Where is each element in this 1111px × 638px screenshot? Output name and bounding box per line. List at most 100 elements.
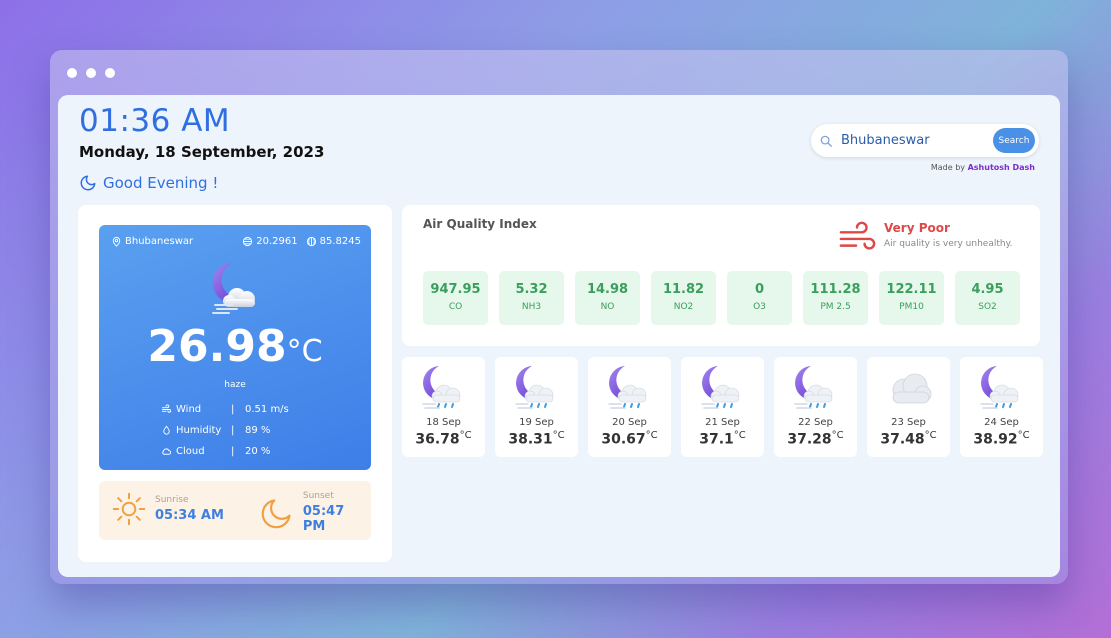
sunrise-time: 05:34 AM bbox=[155, 508, 224, 523]
aqi-tile-no: 14.98 NO bbox=[575, 271, 640, 325]
aqi-value: 14.98 bbox=[586, 282, 629, 297]
temperature-unit: °C bbox=[286, 334, 323, 369]
stat-humidity: Humidity | 89 % bbox=[161, 420, 289, 441]
aqi-name: SO2 bbox=[978, 302, 997, 312]
moon-icon bbox=[80, 175, 96, 191]
location: Bhubaneswar bbox=[111, 236, 193, 247]
forecast-date: 24 Sep bbox=[984, 417, 1019, 428]
stat-label: Wind bbox=[176, 404, 202, 415]
current-weather-panel: Bhubaneswar 20.2961 85.8245 26.98°C haze… bbox=[78, 205, 392, 562]
stat-cloud: Cloud | 20 % bbox=[161, 441, 289, 462]
longitude-value: 85.8245 bbox=[319, 236, 361, 247]
sunrise: Sunrise 05:34 AM bbox=[111, 491, 224, 527]
aqi-name: NH3 bbox=[521, 302, 542, 312]
forecast-card[interactable]: 22 Sep 37.28°C bbox=[774, 357, 857, 457]
sun-times-card: Sunrise 05:34 AM Sunset 05:47 PM bbox=[99, 481, 371, 540]
forecast-temp: 37.48°C bbox=[880, 430, 937, 448]
forecast-card[interactable]: 18 Sep 36.78°C bbox=[402, 357, 485, 457]
aqi-name: CO bbox=[448, 302, 463, 312]
forecast-temp: 38.31°C bbox=[508, 430, 565, 448]
coordinates: 20.2961 85.8245 bbox=[242, 236, 361, 247]
credit-name[interactable]: Ashutosh Dash bbox=[968, 163, 1035, 172]
wind-icon bbox=[161, 404, 172, 413]
moon-cloud-icon bbox=[212, 262, 255, 314]
moon-rain-cloud-icon bbox=[421, 365, 461, 409]
stat-value: 0.51 m/s bbox=[245, 404, 289, 415]
window-dot-close[interactable] bbox=[67, 68, 77, 78]
cloud-icon bbox=[162, 448, 172, 455]
aqi-tile-no2: 11.82 NO2 bbox=[651, 271, 716, 325]
aqi-tile-pm25: 111.28 PM 2.5 bbox=[803, 271, 868, 325]
aqi-tile-co: 947.95 CO bbox=[423, 271, 488, 325]
search-input[interactable] bbox=[841, 133, 981, 148]
aqi-name: NO bbox=[600, 302, 615, 312]
moon-rain-cloud-icon bbox=[793, 365, 833, 409]
aqi-name: O3 bbox=[753, 302, 766, 312]
app-content: 01:36 AM Monday, 18 September, 2023 Good… bbox=[58, 95, 1060, 577]
forecast-card[interactable]: 19 Sep 38.31°C bbox=[495, 357, 578, 457]
location-name: Bhubaneswar bbox=[125, 236, 194, 247]
sunrise-label: Sunrise bbox=[155, 495, 189, 505]
aqi-value: 11.82 bbox=[662, 282, 705, 297]
search-button[interactable]: Search bbox=[993, 128, 1035, 153]
aqi-value: 4.95 bbox=[971, 282, 1004, 297]
search-bar: Search bbox=[811, 124, 1039, 157]
forecast-card[interactable]: 23 Sep 37.48°C bbox=[867, 357, 950, 457]
aqi-value: 5.32 bbox=[515, 282, 548, 297]
credit-prefix: Made by bbox=[930, 163, 966, 172]
forecast-temp: 30.67°C bbox=[601, 430, 658, 448]
forecast-date: 23 Sep bbox=[891, 417, 926, 428]
aqi-value: 122.11 bbox=[886, 282, 937, 297]
aqi-value: 111.28 bbox=[810, 282, 861, 297]
forecast-temp: 37.28°C bbox=[787, 430, 844, 448]
longitude: 85.8245 bbox=[306, 236, 361, 247]
aqi-title: Air Quality Index bbox=[423, 217, 537, 231]
aqi-status-label: Very Poor bbox=[884, 221, 950, 235]
aqi-tile-nh3: 5.32 NH3 bbox=[499, 271, 564, 325]
forecast-temp: 37.1°C bbox=[699, 430, 746, 448]
wind-icon bbox=[839, 221, 876, 250]
sunset-label: Sunset bbox=[302, 491, 334, 501]
forecast-row: 18 Sep 36.78°C 19 Sep 38.31°C 20 Sep 30.… bbox=[402, 357, 1043, 457]
stat-separator: | bbox=[231, 446, 235, 457]
moon-rain-cloud-icon bbox=[979, 365, 1019, 409]
sunset-time: 05:47 PM bbox=[302, 504, 345, 534]
credit: Made by Ashutosh Dash bbox=[931, 163, 1035, 172]
sun-icon bbox=[112, 492, 146, 526]
air-quality-card: Air Quality Index Very Poor Air quality … bbox=[402, 205, 1040, 346]
crescent-moon-icon bbox=[261, 498, 291, 528]
temperature-value: 26.98 bbox=[147, 321, 287, 372]
aqi-tile-pm10: 122.11 PM10 bbox=[879, 271, 944, 325]
window-controls bbox=[67, 68, 115, 78]
longitude-icon bbox=[306, 236, 316, 247]
aqi-tile-so2: 4.95 SO2 bbox=[955, 271, 1020, 325]
window-dot-maximize[interactable] bbox=[105, 68, 115, 78]
stat-value: 20 % bbox=[245, 446, 271, 457]
current-date: Monday, 18 September, 2023 bbox=[79, 143, 325, 161]
location-pin-icon bbox=[112, 236, 121, 247]
forecast-card[interactable]: 21 Sep 37.1°C bbox=[681, 357, 764, 457]
latitude: 20.2961 bbox=[242, 236, 298, 247]
moon-rain-cloud-icon bbox=[607, 365, 647, 409]
aqi-name: NO2 bbox=[673, 302, 694, 312]
latitude-value: 20.2961 bbox=[256, 236, 298, 247]
current-temperature: 26.98°C bbox=[99, 321, 371, 372]
forecast-temp: 38.92°C bbox=[973, 430, 1030, 448]
moon-rain-cloud-icon bbox=[700, 365, 740, 409]
forecast-card[interactable]: 24 Sep 38.92°C bbox=[960, 357, 1043, 457]
aqi-components: 947.95 CO 5.32 NH3 14.98 NO 11.82 NO2 0 O3 11… bbox=[423, 271, 1020, 325]
aqi-name: PM 2.5 bbox=[820, 302, 851, 312]
stat-label: Cloud bbox=[176, 446, 205, 457]
weather-stats: Wind | 0.51 m/s Humidity | 89 % Cloud | … bbox=[161, 399, 289, 462]
forecast-date: 22 Sep bbox=[798, 417, 833, 428]
greeting: Good Evening ! bbox=[79, 174, 218, 192]
forecast-card[interactable]: 20 Sep 30.67°C bbox=[588, 357, 671, 457]
stat-label: Humidity bbox=[176, 425, 222, 436]
droplet-icon bbox=[163, 425, 170, 435]
aqi-tile-o3: 0 O3 bbox=[727, 271, 792, 325]
window-dot-minimize[interactable] bbox=[86, 68, 96, 78]
sunset: Sunset 05:47 PM bbox=[259, 491, 371, 534]
forecast-temp: 36.78°C bbox=[415, 430, 472, 448]
current-weather-card: Bhubaneswar 20.2961 85.8245 26.98°C haze… bbox=[99, 225, 371, 470]
greeting-text: Good Evening ! bbox=[103, 174, 219, 192]
